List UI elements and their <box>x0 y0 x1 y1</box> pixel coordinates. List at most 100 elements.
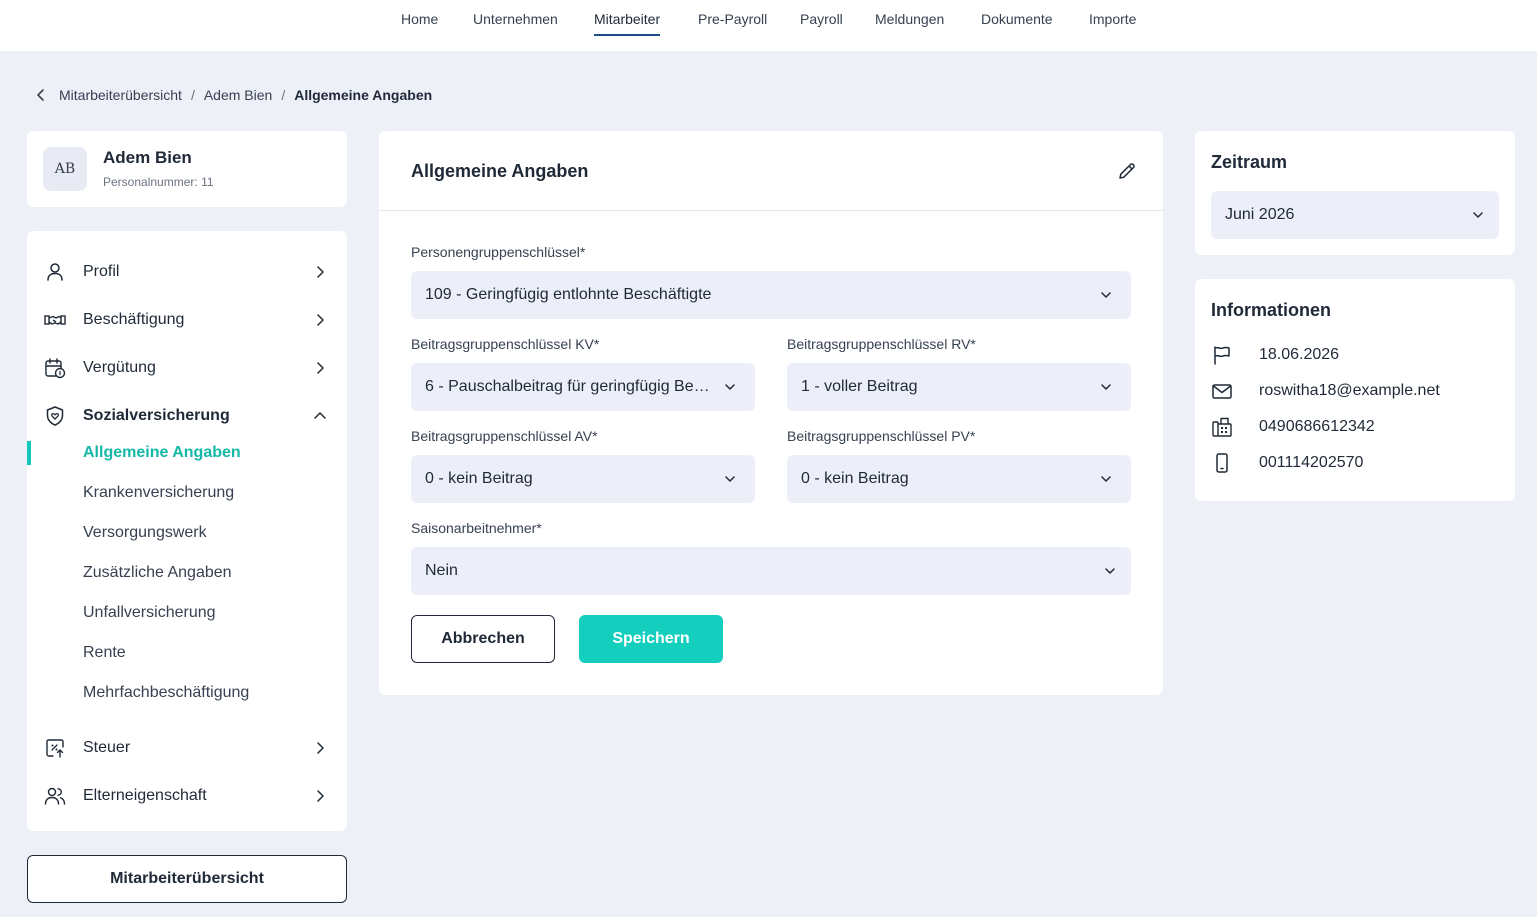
nav-meldungen[interactable]: Meldungen <box>875 12 944 36</box>
nav-mitarbeiter[interactable]: Mitarbeiter <box>594 12 661 36</box>
submenu-mehrfachbeschaeftigung[interactable]: Mehrfachbeschäftigung <box>83 681 249 705</box>
label-personengruppe: Personengruppenschlüssel* <box>411 244 586 260</box>
menu-label: Elterneigenschaft <box>83 787 207 804</box>
submenu-rente[interactable]: Rente <box>83 641 126 665</box>
menu-item-profil[interactable]: Profil <box>27 252 347 292</box>
general-info-form: Allgemeine Angaben Personengruppenschlüs… <box>379 131 1163 695</box>
employee-overview-button[interactable]: Mitarbeiterübersicht <box>27 855 347 903</box>
nav-pre-payroll[interactable]: Pre-Payroll <box>698 12 767 36</box>
select-personengruppe[interactable]: 109 - Geringfügig entlohnte Beschäftigte <box>411 271 1131 319</box>
chevron-right-icon <box>317 266 324 278</box>
tax-icon <box>46 739 64 758</box>
info-card: Informationen 18.06.2026 roswitha18@exam… <box>1195 279 1515 501</box>
handshake-icon <box>44 315 66 325</box>
mail-icon <box>1212 384 1232 399</box>
profile-card: AB Adem Bien Personalnummer: 11 <box>27 131 347 207</box>
chevron-down-icon <box>1101 384 1111 390</box>
period-select[interactable]: Juni 2026 <box>1211 191 1499 239</box>
top-navigation: Home Unternehmen Mitarbeiter Pre-Payroll… <box>0 0 1537 51</box>
avatar: AB <box>43 147 87 191</box>
chevron-down-icon <box>725 476 735 482</box>
submenu-versorgungswerk[interactable]: Versorgungswerk <box>83 521 207 545</box>
breadcrumb-separator: / <box>281 87 286 103</box>
mobile-phone-icon <box>1216 453 1228 473</box>
select-value: Juni 2026 <box>1225 206 1295 223</box>
label-rv: Beitragsgruppenschlüssel RV* <box>787 336 976 352</box>
select-av[interactable]: 0 - kein Beitrag <box>411 455 755 503</box>
chevron-right-icon <box>317 742 324 754</box>
divider <box>379 210 1163 211</box>
chevron-down-icon <box>1105 568 1115 574</box>
nav-home[interactable]: Home <box>401 12 438 36</box>
info-email[interactable]: roswitha18@example.net <box>1259 382 1440 400</box>
menu-label: Profil <box>83 263 120 280</box>
flag-icon <box>1214 346 1230 365</box>
chevron-right-icon <box>317 362 324 374</box>
menu-item-sozialversicherung[interactable]: Sozialversicherung <box>27 396 347 436</box>
label-pv: Beitragsgruppenschlüssel PV* <box>787 428 976 444</box>
form-title: Allgemeine Angaben <box>411 161 589 181</box>
user-icon <box>47 263 63 281</box>
nav-unternehmen[interactable]: Unternehmen <box>473 12 558 36</box>
personnel-number-label: Personalnummer: <box>103 175 198 189</box>
menu-item-steuer[interactable]: Steuer <box>27 728 347 768</box>
personnel-number-value: 11 <box>201 175 214 189</box>
select-rv[interactable]: 1 - voller Beitrag <box>787 363 1131 411</box>
chevron-down-icon <box>1473 212 1483 218</box>
label-saison: Saisonarbeitnehmer* <box>411 520 542 536</box>
select-value: 109 - Geringfügig entlohnte Beschäftigte <box>425 286 712 303</box>
submenu-allgemeine-angaben[interactable]: Allgemeine Angaben <box>83 441 241 465</box>
chevron-down-icon <box>1101 292 1111 298</box>
calendar-money-icon <box>45 358 66 379</box>
info-fax: 0490686612342 <box>1259 418 1375 435</box>
chevron-up-icon <box>314 412 326 419</box>
personnel-number: Personalnummer: 11 <box>103 175 214 189</box>
select-value: 1 - voller Beitrag <box>801 378 918 395</box>
employee-name: Adem Bien <box>103 148 192 167</box>
fax-icon <box>1212 417 1232 437</box>
menu-label: Steuer <box>83 739 131 756</box>
nav-payroll[interactable]: Payroll <box>800 12 843 36</box>
select-value: 0 - kein Beitrag <box>801 470 909 487</box>
select-value: 0 - kein Beitrag <box>425 470 533 487</box>
select-value: 6 - Pauschalbeitrag für geringfügig Besc… <box>425 378 713 395</box>
pencil-icon[interactable] <box>1117 161 1137 181</box>
menu-item-beschaeftigung[interactable]: Beschäftigung <box>27 300 347 340</box>
menu-label: Beschäftigung <box>83 311 185 328</box>
submenu-unfallversicherung[interactable]: Unfallversicherung <box>83 601 216 625</box>
breadcrumb-link-employee[interactable]: Adem Bien <box>204 87 272 103</box>
shield-heart-icon <box>46 406 64 426</box>
nav-importe[interactable]: Importe <box>1089 12 1136 36</box>
info-mobile: 001114202570 <box>1259 454 1364 471</box>
chevron-right-icon <box>317 314 324 326</box>
submenu-krankenversicherung[interactable]: Krankenversicherung <box>83 481 234 505</box>
side-menu: Profil Beschäftigung Vergütung Sozialver… <box>27 231 347 831</box>
chevron-right-icon <box>317 790 324 802</box>
nav-dokumente[interactable]: Dokumente <box>981 12 1053 36</box>
select-kv[interactable]: 6 - Pauschalbeitrag für geringfügig Besc… <box>411 363 755 411</box>
users-icon <box>44 787 66 805</box>
menu-item-verguetung[interactable]: Vergütung <box>27 348 347 388</box>
select-value: Nein <box>425 562 458 579</box>
info-title: Informationen <box>1211 300 1331 320</box>
select-pv[interactable]: 0 - kein Beitrag <box>787 455 1131 503</box>
menu-label: Vergütung <box>83 359 156 376</box>
period-title: Zeitraum <box>1211 152 1288 172</box>
breadcrumb-link-overview[interactable]: Mitarbeiterübersicht <box>59 87 182 103</box>
chevron-left-icon[interactable] <box>33 87 49 103</box>
chevron-down-icon <box>725 384 735 390</box>
submenu-zusaetzliche-angaben[interactable]: Zusätzliche Angaben <box>83 561 232 585</box>
info-date: 18.06.2026 <box>1259 346 1340 363</box>
cancel-button[interactable]: Abbrechen <box>411 615 555 663</box>
label-kv: Beitragsgruppenschlüssel KV* <box>411 336 600 352</box>
save-button[interactable]: Speichern <box>579 615 723 663</box>
breadcrumb-separator: / <box>190 87 195 103</box>
active-indicator <box>27 441 31 465</box>
period-card: Zeitraum Juni 2026 <box>1195 131 1515 255</box>
select-saison[interactable]: Nein <box>411 547 1131 595</box>
breadcrumb-current: Allgemeine Angaben <box>294 87 433 103</box>
label-av: Beitragsgruppenschlüssel AV* <box>411 428 598 444</box>
chevron-down-icon <box>1101 476 1111 482</box>
menu-item-elterneigenschaft[interactable]: Elterneigenschaft <box>27 776 347 816</box>
menu-label: Sozialversicherung <box>83 407 230 424</box>
